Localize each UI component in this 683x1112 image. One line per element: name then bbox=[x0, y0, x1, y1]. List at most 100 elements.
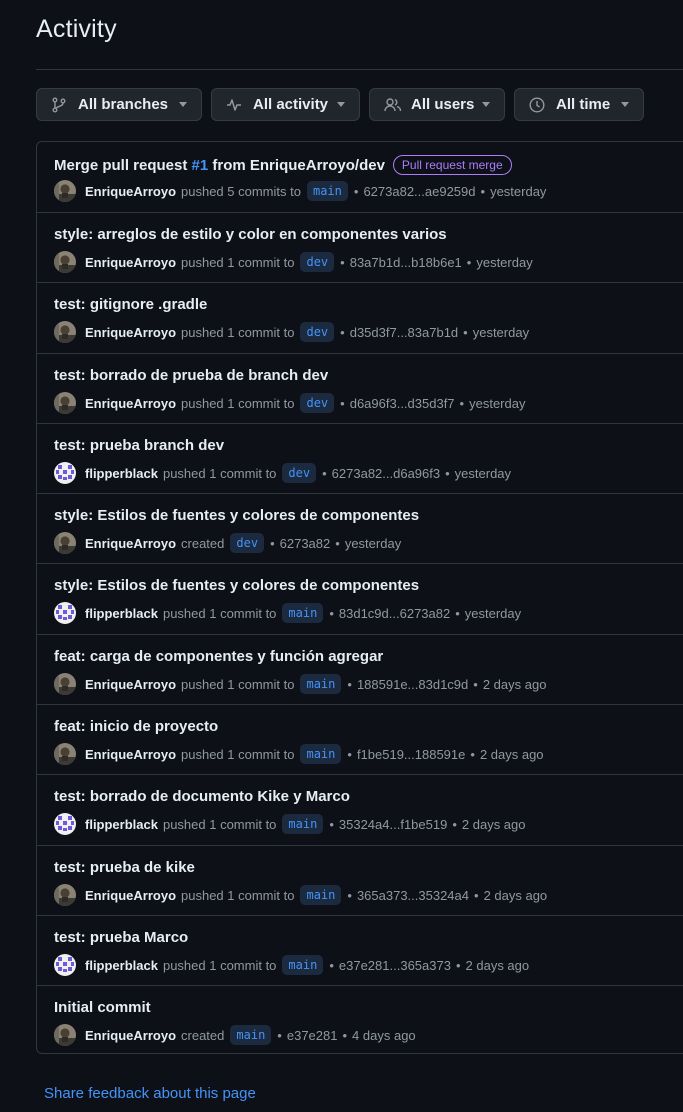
user-link[interactable]: EnriqueArroyo bbox=[85, 536, 176, 551]
separator-dot: • bbox=[466, 254, 472, 270]
avatar[interactable] bbox=[54, 532, 76, 554]
separator-dot: • bbox=[329, 605, 334, 621]
user-link[interactable]: flipperblack bbox=[85, 606, 158, 621]
avatar[interactable] bbox=[54, 602, 76, 624]
commit-range-link[interactable]: 6273a82...d6a96f3 bbox=[332, 466, 440, 481]
timestamp: yesterday bbox=[472, 324, 530, 340]
timestamp: yesterday bbox=[490, 183, 547, 199]
branch-label[interactable]: main bbox=[300, 744, 342, 764]
commit-range-link[interactable]: 6273a82...ae9259d bbox=[363, 184, 475, 199]
separator-dot: • bbox=[340, 395, 345, 411]
commit-message-link[interactable]: Initial commit bbox=[54, 999, 151, 1016]
commit-range-link[interactable]: e37e281 bbox=[287, 1028, 338, 1043]
pull-request-link[interactable]: #1 bbox=[192, 157, 209, 174]
avatar[interactable] bbox=[54, 392, 76, 414]
separator-dot: • bbox=[459, 395, 465, 411]
page-title: Activity bbox=[36, 15, 117, 43]
branch-label[interactable]: dev bbox=[282, 463, 317, 483]
user-link[interactable]: EnriqueArroyo bbox=[85, 255, 176, 270]
branch-label[interactable]: main bbox=[282, 603, 324, 623]
separator-dot: • bbox=[342, 1027, 348, 1043]
chevron-down-icon bbox=[337, 102, 345, 107]
commit-message: Merge pull request bbox=[54, 156, 188, 174]
branch-label[interactable]: main bbox=[282, 955, 324, 975]
user-link[interactable]: flipperblack bbox=[85, 958, 158, 973]
user-link[interactable]: EnriqueArroyo bbox=[85, 677, 176, 692]
commit-range-link[interactable]: 83d1c9d...6273a82 bbox=[339, 606, 450, 621]
commit-range-link[interactable]: d6a96f3...d35d3f7 bbox=[350, 396, 455, 411]
activity-meta: EnriqueArroyo created main • e37e281 • 4… bbox=[54, 1024, 416, 1046]
commit-message-link[interactable]: feat: inicio de proyecto bbox=[54, 718, 218, 735]
user-link[interactable]: flipperblack bbox=[85, 466, 158, 481]
branch-label[interactable]: dev bbox=[300, 393, 335, 413]
action-text: pushed 1 commit to bbox=[181, 395, 295, 411]
commit-message-link[interactable]: test: gitignore .gradle bbox=[54, 296, 207, 313]
activity-meta: EnriqueArroyo pushed 1 commit to dev • d… bbox=[54, 321, 529, 343]
activity-meta: EnriqueArroyo pushed 1 commit to dev • d… bbox=[54, 392, 525, 414]
user-link[interactable]: EnriqueArroyo bbox=[85, 888, 176, 903]
avatar[interactable] bbox=[54, 813, 76, 835]
time-filter-button[interactable]: All time bbox=[514, 88, 644, 121]
activity-item: test: prueba branch dev flipperblack pus… bbox=[37, 423, 683, 493]
activity-item: feat: carga de componentes y función agr… bbox=[37, 634, 683, 704]
user-link[interactable]: EnriqueArroyo bbox=[85, 396, 176, 411]
user-link[interactable]: EnriqueArroyo bbox=[85, 184, 176, 199]
commit-range-link[interactable]: d35d3f7...83a7b1d bbox=[350, 325, 458, 340]
branch-label[interactable]: main bbox=[306, 181, 348, 201]
user-link[interactable]: EnriqueArroyo bbox=[85, 325, 176, 340]
avatar[interactable] bbox=[54, 673, 76, 695]
pulse-icon bbox=[226, 96, 244, 114]
share-feedback-link[interactable]: Share feedback about this page bbox=[44, 1085, 256, 1102]
activity-filter-button[interactable]: All activity bbox=[211, 88, 360, 121]
branch-label[interactable]: main bbox=[300, 674, 342, 694]
avatar[interactable] bbox=[54, 1024, 76, 1046]
avatar[interactable] bbox=[54, 884, 76, 906]
commit-message-link[interactable]: test: borrado de prueba de branch dev bbox=[54, 367, 328, 384]
commit-message-link[interactable]: feat: carga de componentes y función agr… bbox=[54, 648, 383, 665]
commit-message-suffix: from EnriqueArroyo/dev bbox=[212, 156, 385, 174]
separator-dot: • bbox=[335, 535, 340, 551]
action-text: pushed 1 commit to bbox=[162, 816, 277, 832]
user-link[interactable]: EnriqueArroyo bbox=[85, 747, 176, 762]
commit-message-link[interactable]: style: Estilos de fuentes y colores de c… bbox=[54, 507, 419, 524]
avatar[interactable] bbox=[54, 743, 76, 765]
avatar[interactable] bbox=[54, 321, 76, 343]
avatar[interactable] bbox=[54, 954, 76, 976]
avatar[interactable] bbox=[54, 251, 76, 273]
commit-range-link[interactable]: 188591e...83d1c9d bbox=[357, 677, 468, 692]
commit-message-link[interactable]: style: Estilos de fuentes y colores de c… bbox=[54, 577, 419, 594]
commit-range-link[interactable]: 35324a4...f1be519 bbox=[339, 817, 447, 832]
timestamp: 4 days ago bbox=[352, 1027, 416, 1043]
commit-message-link[interactable]: test: borrado de documento Kike y Marco bbox=[54, 788, 350, 805]
action-text: pushed 1 commit to bbox=[181, 676, 295, 692]
branch-label[interactable]: dev bbox=[300, 252, 335, 272]
activity-item: style: Estilos de fuentes y colores de c… bbox=[37, 493, 683, 563]
commit-message-link[interactable]: test: prueba de kike bbox=[54, 859, 195, 876]
commit-range-link[interactable]: e37e281...365a373 bbox=[339, 958, 451, 973]
branch-label[interactable]: main bbox=[282, 814, 324, 834]
branch-label[interactable]: dev bbox=[300, 322, 335, 342]
branches-filter-button[interactable]: All branches bbox=[36, 88, 202, 121]
action-text: pushed 1 commit to bbox=[181, 887, 295, 903]
commit-range-link[interactable]: 6273a82 bbox=[280, 536, 331, 551]
title-divider bbox=[36, 69, 683, 70]
separator-dot: • bbox=[329, 957, 334, 973]
user-link[interactable]: EnriqueArroyo bbox=[85, 1028, 176, 1043]
users-filter-button[interactable]: All users bbox=[369, 88, 505, 121]
avatar[interactable] bbox=[54, 180, 76, 202]
branch-label[interactable]: main bbox=[300, 885, 342, 905]
action-text: pushed 1 commit to bbox=[181, 746, 295, 762]
commit-range-link[interactable]: 83a7b1d...b18b6e1 bbox=[350, 255, 462, 270]
commit-range-link[interactable]: 365a373...35324a4 bbox=[357, 888, 469, 903]
commit-message-link[interactable]: Merge pull request #1 from EnriqueArroyo… bbox=[54, 155, 512, 175]
commit-message-link[interactable]: test: prueba Marco bbox=[54, 929, 188, 946]
avatar[interactable] bbox=[54, 462, 76, 484]
commit-message-link[interactable]: style: arreglos de estilo y color en com… bbox=[54, 226, 447, 243]
commit-range-link[interactable]: f1be519...188591e bbox=[357, 747, 465, 762]
branch-label[interactable]: main bbox=[230, 1025, 272, 1045]
timestamp: 2 days ago bbox=[483, 887, 548, 903]
branch-label[interactable]: dev bbox=[230, 533, 265, 553]
commit-message-link[interactable]: test: prueba branch dev bbox=[54, 437, 224, 454]
user-link[interactable]: flipperblack bbox=[85, 817, 158, 832]
activity-item: feat: inicio de proyecto EnriqueArroyo p… bbox=[37, 704, 683, 774]
